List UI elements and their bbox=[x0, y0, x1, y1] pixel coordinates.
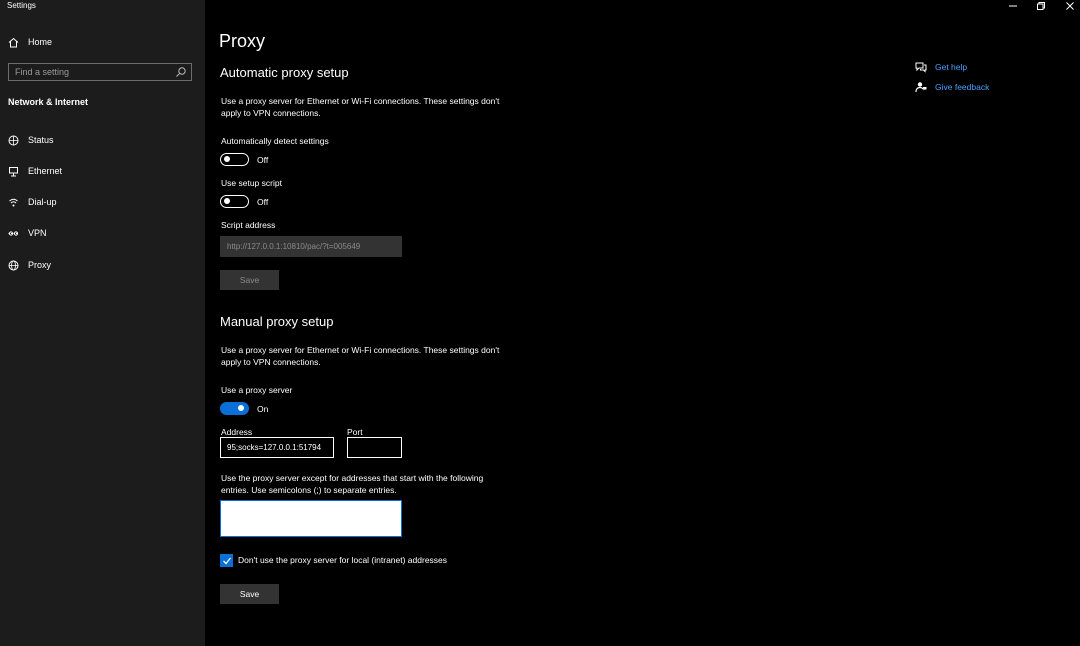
sidebar-item-status[interactable]: Status bbox=[7, 132, 54, 148]
search-icon[interactable] bbox=[175, 66, 187, 78]
exceptions-textarea[interactable] bbox=[220, 500, 402, 537]
use-proxy-state: On bbox=[257, 404, 269, 414]
toggle-knob bbox=[224, 156, 230, 162]
get-help-link[interactable]: Get help bbox=[914, 60, 967, 73]
port-label: Port bbox=[347, 427, 363, 437]
manual-proxy-heading: Manual proxy setup bbox=[220, 314, 334, 329]
get-help-label[interactable]: Get help bbox=[935, 62, 967, 72]
home-icon bbox=[7, 36, 20, 49]
ethernet-icon bbox=[7, 165, 20, 178]
give-feedback-label[interactable]: Give feedback bbox=[935, 82, 989, 92]
sidebar-section-title: Network & Internet bbox=[8, 97, 89, 107]
feedback-person-icon bbox=[914, 80, 927, 93]
script-address-input bbox=[220, 236, 402, 257]
manual-save-button[interactable]: Save bbox=[220, 584, 279, 604]
toggle-knob bbox=[224, 198, 230, 204]
close-icon bbox=[1066, 2, 1074, 10]
auto-detect-label: Automatically detect settings bbox=[221, 136, 329, 146]
sidebar-home-label: Home bbox=[28, 37, 53, 47]
sidebar-item-label: Dial-up bbox=[28, 197, 57, 207]
search-field[interactable] bbox=[8, 63, 192, 81]
dialup-icon bbox=[7, 196, 20, 209]
globe-icon bbox=[7, 259, 20, 272]
use-proxy-label: Use a proxy server bbox=[221, 385, 293, 395]
sidebar-item-label: Proxy bbox=[28, 260, 52, 270]
exceptions-description: Use the proxy server except for addresse… bbox=[221, 473, 484, 495]
port-input[interactable] bbox=[347, 437, 402, 458]
auto-detect-toggle[interactable] bbox=[220, 153, 249, 166]
address-input[interactable] bbox=[220, 437, 334, 458]
setup-script-state: Off bbox=[257, 197, 269, 207]
use-proxy-toggle[interactable] bbox=[220, 402, 249, 415]
address-label: Address bbox=[221, 427, 253, 437]
help-chat-icon bbox=[914, 60, 927, 73]
app-title: Settings bbox=[7, 1, 36, 10]
restore-button[interactable] bbox=[1031, 0, 1051, 12]
search-input[interactable] bbox=[15, 64, 165, 80]
page-title: Proxy bbox=[219, 31, 266, 51]
checkmark-icon bbox=[222, 557, 231, 564]
sidebar-item-home[interactable]: Home bbox=[7, 34, 52, 50]
sidebar-item-label: Status bbox=[28, 135, 54, 145]
vpn-icon bbox=[7, 227, 20, 240]
automatic-proxy-description: Use a proxy server for Ethernet or Wi-Fi… bbox=[221, 96, 500, 118]
automatic-save-button: Save bbox=[220, 270, 279, 290]
manual-proxy-description: Use a proxy server for Ethernet or Wi-Fi… bbox=[221, 345, 500, 367]
setup-script-toggle[interactable] bbox=[220, 195, 249, 208]
sidebar-item-ethernet[interactable]: Ethernet bbox=[7, 163, 62, 179]
sidebar-item-vpn[interactable]: VPN bbox=[7, 225, 47, 241]
local-bypass-checkbox[interactable] bbox=[220, 554, 233, 567]
sidebar-item-dialup[interactable]: Dial-up bbox=[7, 194, 57, 210]
close-button[interactable] bbox=[1060, 0, 1080, 12]
sidebar-item-label: Ethernet bbox=[28, 166, 63, 176]
script-address-label: Script address bbox=[221, 220, 276, 230]
minimize-icon bbox=[1009, 5, 1017, 7]
minimize-button[interactable] bbox=[1003, 0, 1023, 12]
automatic-proxy-heading: Automatic proxy setup bbox=[220, 65, 349, 80]
globe-status-icon bbox=[7, 134, 20, 147]
local-bypass-label: Don't use the proxy server for local (in… bbox=[238, 555, 448, 565]
setup-script-label: Use setup script bbox=[221, 178, 282, 188]
sidebar: Settings Home Network & Internet Status … bbox=[0, 0, 205, 646]
give-feedback-link[interactable]: Give feedback bbox=[914, 80, 989, 93]
sidebar-item-proxy[interactable]: Proxy bbox=[7, 257, 51, 273]
restore-icon bbox=[1037, 2, 1045, 10]
auto-detect-state: Off bbox=[257, 155, 269, 165]
toggle-knob bbox=[238, 405, 244, 411]
sidebar-item-label: VPN bbox=[28, 228, 47, 238]
